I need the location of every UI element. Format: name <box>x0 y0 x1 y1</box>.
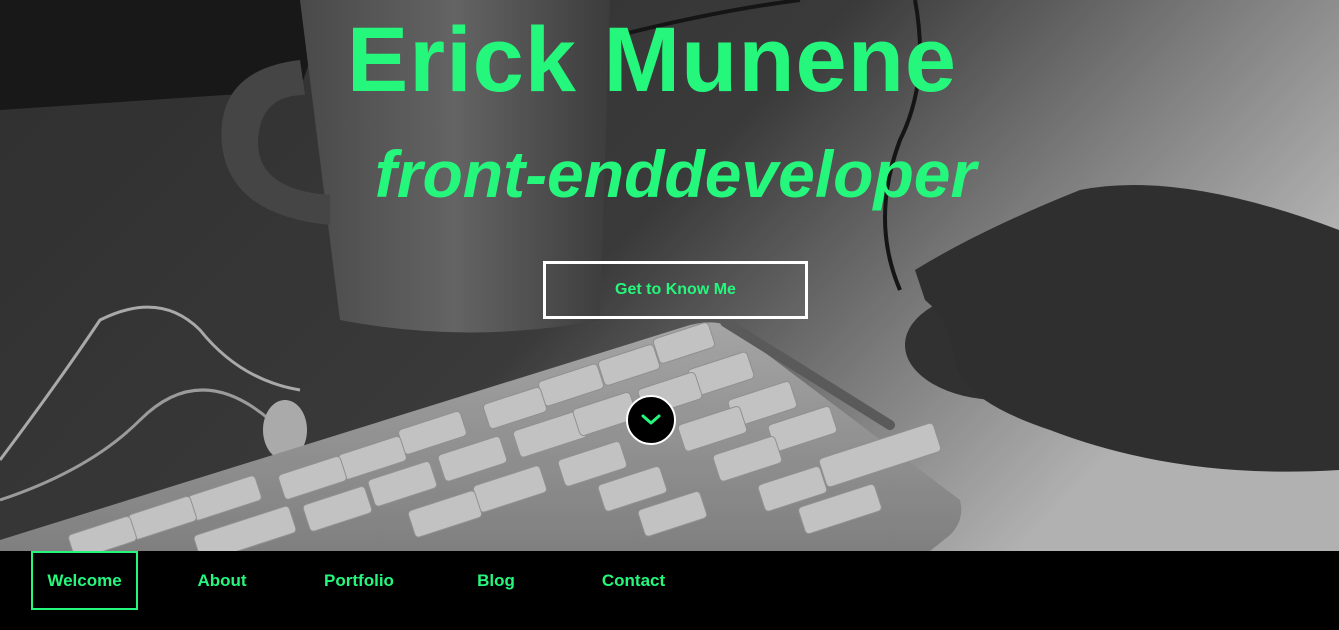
nav-item-blog[interactable]: Blog <box>455 551 537 610</box>
nav-item-about[interactable]: About <box>178 551 266 610</box>
nav-item-label: Blog <box>477 570 515 590</box>
nav-item-label: Contact <box>601 570 666 590</box>
chevron-down-icon <box>641 414 661 425</box>
nav-item-portfolio[interactable]: Portfolio <box>305 551 413 610</box>
hero-title: Erick Munene <box>346 9 958 111</box>
hero-section: Erick Munene front-enddeveloper Get to K… <box>0 0 1339 551</box>
nav-item-label: Welcome <box>47 570 122 590</box>
nav-item-label: Portfolio <box>324 570 394 590</box>
main-navigation: Welcome About Portfolio Blog Contact <box>0 551 1339 630</box>
scroll-down-button[interactable] <box>626 395 676 445</box>
nav-item-welcome[interactable]: Welcome <box>31 551 138 610</box>
hero-subtitle: front-enddeveloper <box>374 137 977 211</box>
nav-item-contact[interactable]: Contact <box>583 551 684 610</box>
get-to-know-me-button[interactable]: Get to Know Me <box>543 261 808 319</box>
nav-item-label: About <box>197 570 247 590</box>
